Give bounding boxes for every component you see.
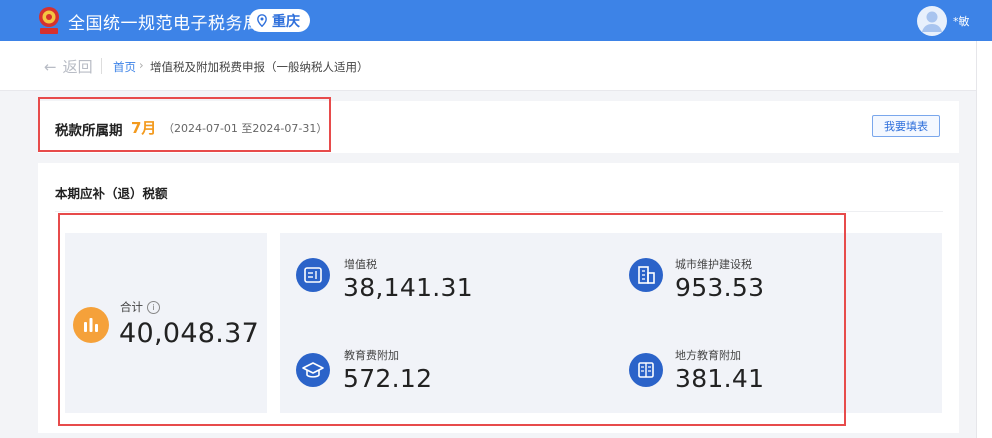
- region-name: 重庆: [272, 13, 300, 30]
- section-divider: [55, 211, 943, 212]
- tax-amount-highlight-box: [58, 213, 846, 426]
- location-pin-icon: [257, 14, 267, 27]
- user-name[interactable]: *敏: [953, 13, 970, 29]
- region-selector[interactable]: 重庆: [249, 9, 310, 32]
- breadcrumb-current: 增值税及附加税费申报（一般纳税人适用）: [150, 60, 369, 74]
- user-icon: [922, 11, 942, 32]
- back-label: 返回: [62, 58, 93, 76]
- back-button[interactable]: ← 返回: [44, 56, 93, 77]
- period-highlight-box: [38, 97, 331, 152]
- breadcrumb-divider: [101, 58, 102, 74]
- breadcrumb-bar: [0, 41, 976, 91]
- tax-emblem-icon: [36, 6, 62, 36]
- breadcrumb-home-link[interactable]: 首页: [113, 59, 136, 75]
- section-title: 本期应补（退）税额: [55, 186, 168, 201]
- scrollbar[interactable]: [976, 41, 992, 438]
- arrow-left-icon: ←: [44, 57, 57, 76]
- user-avatar[interactable]: [917, 6, 947, 36]
- site-title: 全国统一规范电子税务局: [68, 14, 261, 34]
- chevron-right-icon: ›: [139, 58, 144, 72]
- fill-form-button[interactable]: 我要填表: [872, 115, 940, 137]
